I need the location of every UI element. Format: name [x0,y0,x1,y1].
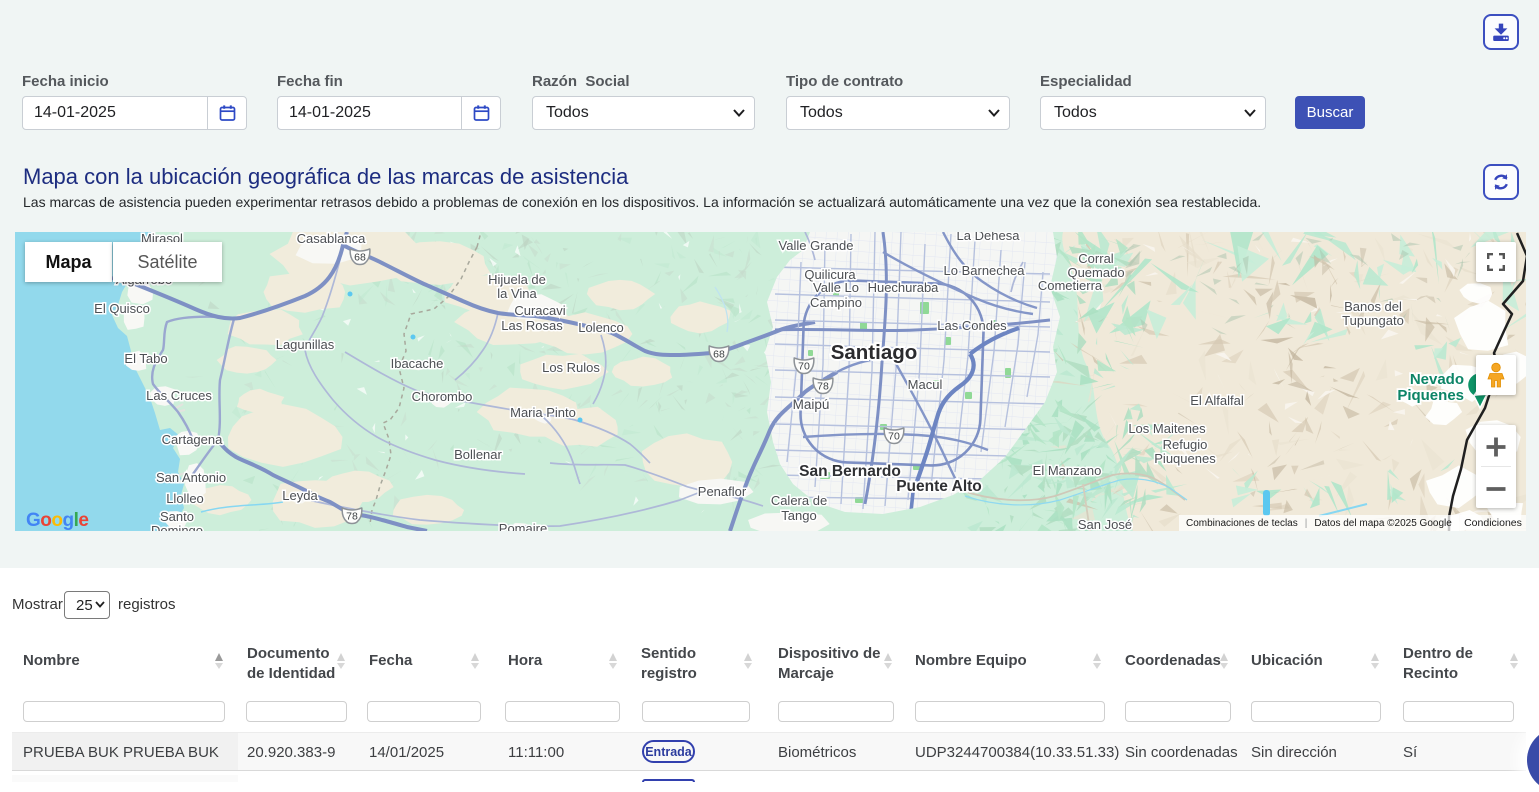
svg-text:Huechuraba: Huechuraba [868,280,940,295]
svg-text:Casablanca: Casablanca [297,232,366,246]
svg-text:Las Condes: Las Condes [937,318,1007,333]
svg-text:Pomaire: Pomaire [499,521,547,531]
svg-text:Lolenco: Lolenco [578,320,624,335]
svg-text:Los Rulos: Los Rulos [542,360,600,375]
svg-text:San José: San José [1078,517,1132,531]
svg-text:Macul: Macul [908,377,943,392]
svg-text:Ibacache: Ibacache [391,356,444,371]
svg-text:Banos del: Banos del [1344,299,1402,314]
svg-text:70: 70 [798,361,810,373]
svg-text:Tupungato: Tupungato [1342,313,1404,328]
svg-text:Lo Barnechea: Lo Barnechea [944,263,1026,278]
svg-text:68: 68 [713,349,725,361]
svg-text:Las Cruces: Las Cruces [146,388,212,403]
svg-text:Campino: Campino [810,295,862,310]
svg-text:San Bernardo: San Bernardo [799,463,901,480]
svg-text:El Manzano: El Manzano [1033,463,1102,478]
svg-text:Hijuela de: Hijuela de [488,272,546,287]
svg-text:Refugio: Refugio [1163,437,1208,452]
svg-text:Leyda: Leyda [282,488,318,503]
svg-text:78: 78 [817,381,829,393]
svg-text:Chorombo: Chorombo [412,389,473,404]
svg-text:Curacavi: Curacavi [514,303,565,318]
svg-text:El Tabo: El Tabo [124,351,167,366]
svg-text:Maria Pinto: Maria Pinto [510,405,576,420]
svg-text:El Quisco: El Quisco [94,301,150,316]
svg-text:Calera de: Calera de [771,493,827,508]
svg-text:78: 78 [346,511,358,523]
svg-text:la Vina: la Vina [497,286,537,301]
svg-text:68: 68 [354,252,366,264]
svg-text:Penaflor: Penaflor [698,484,747,499]
svg-text:Corral: Corral [1078,251,1114,266]
svg-text:Maipú: Maipú [793,397,830,412]
svg-text:San Antonio: San Antonio [156,470,226,485]
svg-text:El Alfalfal: El Alfalfal [1190,393,1244,408]
svg-text:Domingo: Domingo [151,523,203,531]
svg-text:Cometierra: Cometierra [1038,278,1103,293]
svg-text:Valle Lo: Valle Lo [813,280,859,295]
svg-text:Piquenes: Piquenes [1397,387,1464,404]
svg-text:Valle Grande: Valle Grande [779,238,854,253]
svg-text:Piuquenes: Piuquenes [1154,451,1216,466]
svg-text:70: 70 [888,431,900,443]
svg-text:Puente Alto: Puente Alto [896,478,982,495]
svg-text:Santo: Santo [160,509,194,524]
svg-text:Bollenar: Bollenar [454,447,502,462]
svg-text:Las Rosas: Las Rosas [501,318,563,333]
svg-text:La Dehesa: La Dehesa [957,232,1021,243]
svg-text:Lagunillas: Lagunillas [276,337,335,352]
svg-text:Llolleo: Llolleo [166,491,204,506]
svg-text:Nevado: Nevado [1410,371,1464,388]
svg-text:Los Maitenes: Los Maitenes [1128,421,1206,436]
svg-text:Santiago: Santiago [831,341,918,364]
svg-text:Cartagena: Cartagena [162,432,223,447]
svg-text:Tango: Tango [781,508,816,523]
